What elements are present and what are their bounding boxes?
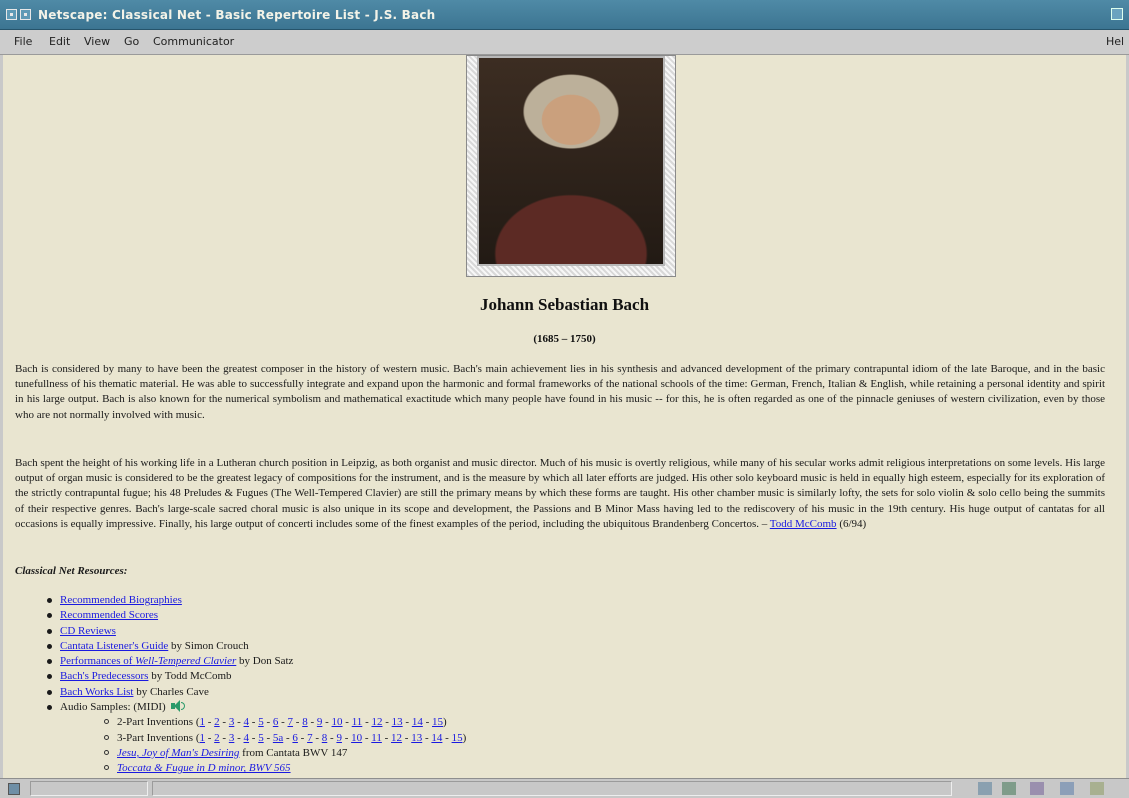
three-part-link-5[interactable]: 5 [258,732,264,744]
three-part-link-15[interactable]: 15 [452,732,463,744]
jesu-suffix: from Cantata BWV 147 [242,746,348,759]
two-part-label: 2-Part Inventions [117,716,194,729]
two-part-link-10[interactable]: 10 [332,716,343,728]
list-item: Recommended Biographies [47,593,466,608]
three-part-link-10[interactable]: 10 [351,732,362,744]
mail-icon[interactable] [1002,782,1016,795]
life-paragraph: Bach spent the height of his working lif… [15,456,1105,532]
three-part-link-11[interactable]: 11 [371,732,382,744]
author-date: (6/94) [839,517,867,530]
link-predecessors[interactable]: Bach's Predecessors [60,670,148,682]
two-part-link-11[interactable]: 11 [352,716,363,728]
two-part-link-7[interactable]: 7 [288,716,294,728]
list-item: Bach Works List by Charles Cave [47,685,466,700]
two-part-link-8[interactable]: 8 [302,716,308,728]
list-item: Recommended Scores [47,608,466,623]
link-cantata-guide[interactable]: Cantata Listener's Guide [60,640,168,652]
two-part-link-14[interactable]: 14 [412,716,423,728]
three-part-link-1[interactable]: 1 [200,732,206,744]
list-item: Cantata Listener's Guide by Simon Crouch [47,639,466,654]
wtc-prefix: Performances of [60,655,136,668]
two-part-link-2[interactable]: 2 [214,716,220,728]
menu-edit[interactable]: Edit [49,30,70,54]
discussion-icon[interactable] [1030,782,1044,795]
three-part-link-6[interactable]: 6 [292,732,298,744]
resources-list: Recommended Biographies Recommended Scor… [47,593,466,777]
two-part-links: 1 - 2 - 3 - 4 - 5 - 6 - 7 - 8 - 9 - 10 -… [199,716,444,729]
link-toccata[interactable]: Toccata & Fugue in D minor, BWV 565 [117,762,291,774]
page-content[interactable]: Johann Sebastian Bach (1685 – 1750) Bach… [3,55,1126,778]
list-item-two-part: 2-Part Inventions (1 - 2 - 3 - 4 - 5 - 6… [60,715,466,730]
two-part-link-13[interactable]: 13 [392,716,403,728]
status-progress-field [30,781,148,796]
two-part-link-1[interactable]: 1 [200,716,206,728]
menu-go[interactable]: Go [124,30,139,54]
menu-communicator[interactable]: Communicator [153,30,234,54]
list-item: Audio Samples: (MIDI) 2-Part Inventions … [47,700,466,776]
link-jesu-joy[interactable]: Jesu, Joy of Man's Desiring [117,747,239,759]
three-part-link-5a[interactable]: 5a [273,732,283,744]
list-item-jesu: Jesu, Joy of Man's Desiring from Cantata… [60,746,466,761]
three-part-link-7[interactable]: 7 [307,732,313,744]
checkmark-icon[interactable] [1090,782,1104,795]
list-item: Bach's Predecessors by Todd McComb [47,669,466,684]
link-biographies[interactable]: Recommended Biographies [60,594,182,606]
speaker-icon [170,700,186,713]
list-item-three-part: 3-Part Inventions (1 - 2 - 3 - 4 - 5 - 5… [60,731,466,746]
three-part-link-2[interactable]: 2 [214,732,220,744]
security-lock-icon[interactable] [8,783,20,795]
works-author: by Charles Cave [136,685,209,698]
two-part-link-5[interactable]: 5 [258,716,264,728]
page-title: Johann Sebastian Bach [479,295,650,314]
three-part-link-12[interactable]: 12 [391,732,402,744]
three-part-label: 3-Part Inventions [117,731,194,744]
author-link[interactable]: Todd McComb [770,518,837,530]
window-menu-icon[interactable] [6,9,17,20]
wtc-author: by Don Satz [239,655,294,668]
resources-heading: Classical Net Resources: [15,565,128,577]
link-cd-reviews[interactable]: CD Reviews [60,625,116,637]
three-part-link-14[interactable]: 14 [431,732,442,744]
status-message-field [152,781,952,796]
three-part-link-9[interactable]: 9 [336,732,342,744]
maximize-icon[interactable] [1111,8,1123,20]
portrait-frame [466,55,676,277]
three-part-link-8[interactable]: 8 [322,732,328,744]
two-part-link-12[interactable]: 12 [371,716,382,728]
list-item: Performances of Well-Tempered Clavier by… [47,654,466,669]
three-part-link-4[interactable]: 4 [244,732,250,744]
list-item-toccata: Toccata & Fugue in D minor, BWV 565 [60,761,466,776]
navigator-icon[interactable] [978,782,992,795]
life-dates: (1685 – 1750) [533,333,596,345]
three-part-link-3[interactable]: 3 [229,732,235,744]
menu-file[interactable]: File [14,30,32,54]
audio-sublist: 2-Part Inventions (1 - 2 - 3 - 4 - 5 - 6… [60,715,466,776]
title-bar: Netscape: Classical Net - Basic Repertoi… [0,0,1129,30]
menu-view[interactable]: View [84,30,110,54]
three-part-links: 1 - 2 - 3 - 4 - 5 - 5a - 6 - 7 - 8 - 9 -… [199,731,463,744]
intro-paragraph: Bach is considered by many to have been … [15,363,1105,421]
link-works-list[interactable]: Bach Works List [60,686,133,698]
cantata-author: by Simon Crouch [171,639,249,652]
two-part-link-15[interactable]: 15 [432,716,443,728]
audio-samples-label: Audio Samples: (MIDI) [60,701,166,714]
status-bar [0,778,1129,798]
pred-author: by Todd McComb [151,670,232,683]
three-part-link-13[interactable]: 13 [411,732,422,744]
list-item: CD Reviews [47,624,466,639]
life-paragraph-text: Bach spent the height of his working lif… [15,457,1105,530]
wtc-title: Well-Tempered Clavier [135,655,237,668]
menu-help[interactable]: Hel [1106,30,1124,54]
minimize-icon[interactable] [20,9,31,20]
two-part-link-9[interactable]: 9 [317,716,323,728]
link-scores[interactable]: Recommended Scores [60,609,158,621]
link-wtc-performances[interactable]: Performances of Well-Tempered Clavier [60,655,236,667]
two-part-link-4[interactable]: 4 [244,716,250,728]
two-part-link-3[interactable]: 3 [229,716,235,728]
window-title: Netscape: Classical Net - Basic Repertoi… [38,8,436,22]
bach-portrait-image [477,56,665,266]
two-part-link-6[interactable]: 6 [273,716,279,728]
composer-icon[interactable] [1060,782,1074,795]
menu-bar: File Edit View Go Communicator Hel [0,30,1129,55]
